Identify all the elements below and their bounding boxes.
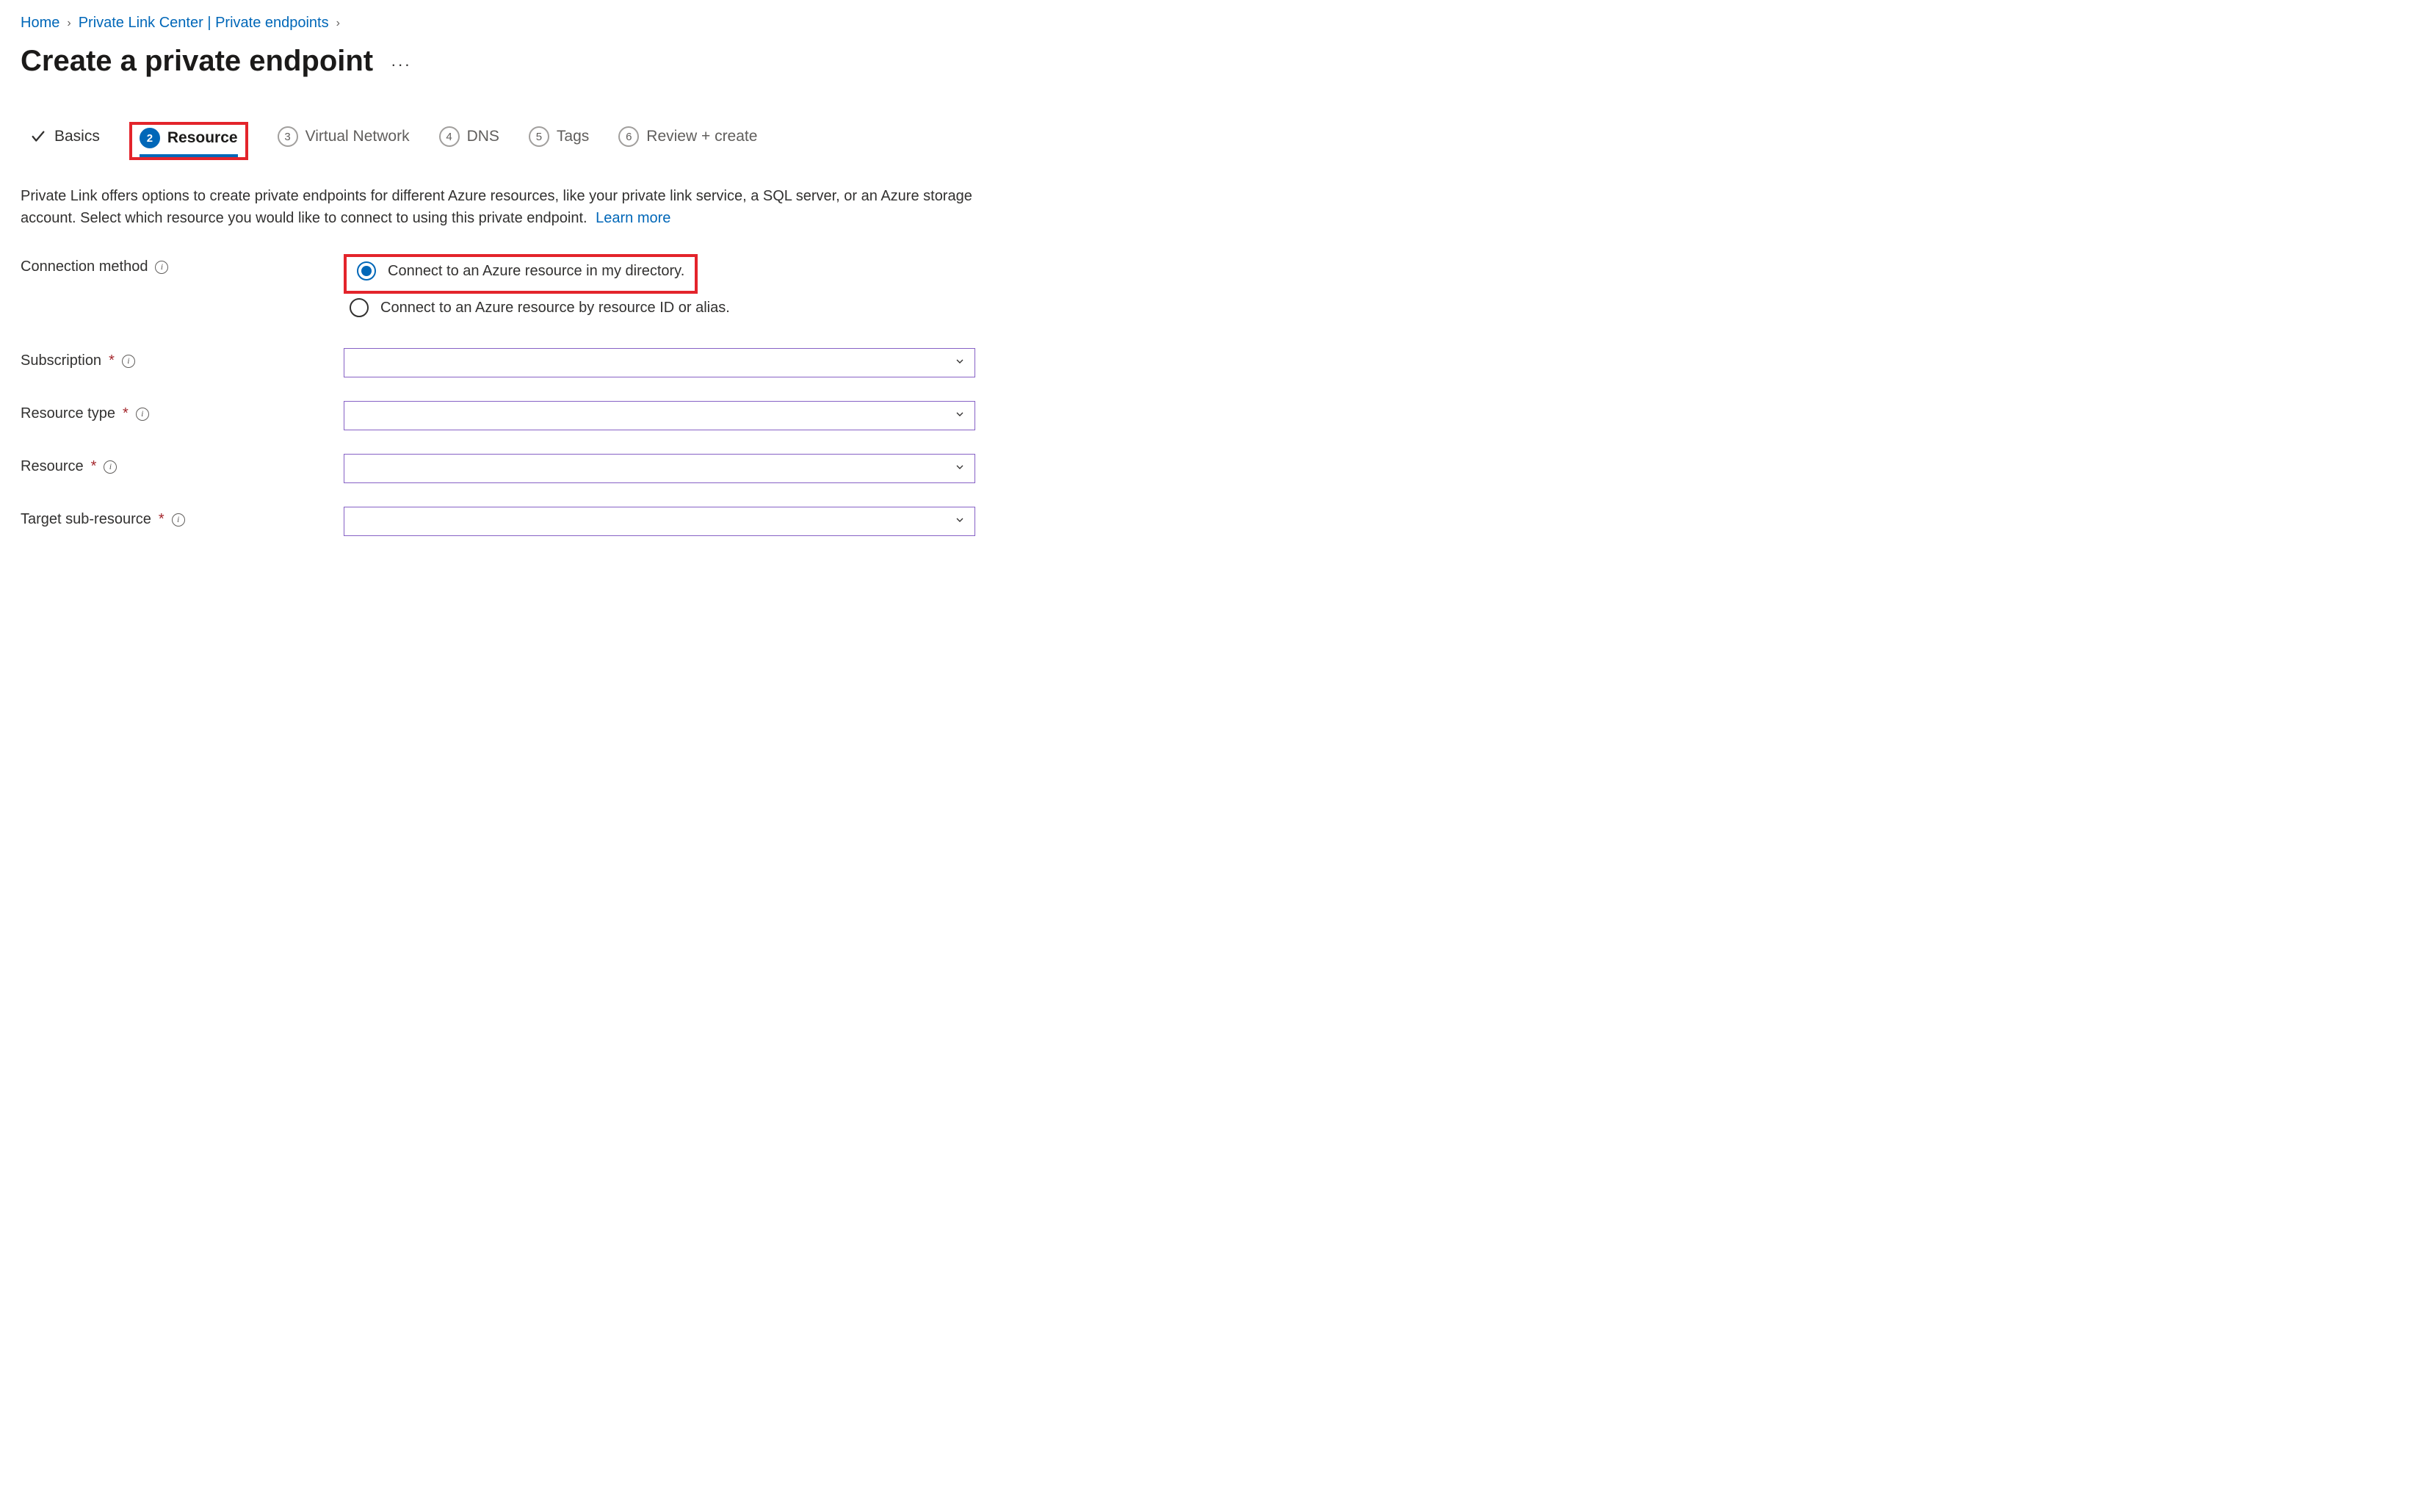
highlight-box: Connect to an Azure resource in my direc… bbox=[344, 254, 698, 294]
info-icon[interactable]: i bbox=[172, 513, 185, 527]
dropdown-resource[interactable] bbox=[344, 454, 975, 483]
radio-label: Connect to an Azure resource in my direc… bbox=[388, 263, 684, 280]
dropdown-resource-type[interactable] bbox=[344, 401, 975, 430]
tab-virtual-network[interactable]: 3 Virtual Network bbox=[278, 126, 410, 156]
radio-label: Connect to an Azure resource by resource… bbox=[380, 300, 730, 316]
tab-label: DNS bbox=[467, 128, 499, 145]
tab-label: Virtual Network bbox=[305, 128, 410, 145]
row-resource-type: Resource type * i bbox=[21, 401, 2398, 430]
wizard-tabs: Basics 2 Resource 3 Virtual Network 4 DN… bbox=[21, 122, 2398, 160]
label-text: Target sub-resource bbox=[21, 511, 151, 528]
chevron-down-icon bbox=[954, 461, 966, 477]
tab-description: Private Link offers options to create pr… bbox=[21, 185, 975, 229]
tab-dns[interactable]: 4 DNS bbox=[439, 126, 499, 156]
description-text: Private Link offers options to create pr… bbox=[21, 188, 972, 226]
chevron-down-icon bbox=[954, 408, 966, 424]
radio-connect-resource-id[interactable]: Connect to an Azure resource by resource… bbox=[344, 294, 975, 322]
label-text: Connection method bbox=[21, 258, 148, 275]
info-icon[interactable]: i bbox=[104, 460, 117, 474]
row-subscription: Subscription * i bbox=[21, 348, 2398, 377]
step-number-icon: 6 bbox=[618, 126, 639, 147]
row-resource: Resource * i bbox=[21, 454, 2398, 483]
radio-icon bbox=[350, 298, 369, 317]
row-connection-method: Connection method i Connect to an Azure … bbox=[21, 254, 2398, 328]
label-target-sub-resource: Target sub-resource * i bbox=[21, 507, 344, 528]
chevron-down-icon bbox=[954, 355, 966, 371]
chevron-right-icon: › bbox=[67, 17, 70, 30]
info-icon[interactable]: i bbox=[155, 261, 168, 274]
highlight-box: 2 Resource bbox=[129, 122, 248, 160]
required-asterisk: * bbox=[91, 458, 97, 475]
tab-label: Review + create bbox=[646, 128, 757, 145]
breadcrumb-private-link-center[interactable]: Private Link Center | Private endpoints bbox=[79, 15, 329, 32]
label-text: Subscription bbox=[21, 352, 101, 369]
radio-connect-directory[interactable]: Connect to an Azure resource in my direc… bbox=[351, 257, 690, 285]
breadcrumb: Home › Private Link Center | Private end… bbox=[21, 15, 2398, 32]
step-number-icon: 2 bbox=[140, 128, 160, 148]
tab-tags[interactable]: 5 Tags bbox=[529, 126, 589, 156]
tab-review-create[interactable]: 6 Review + create bbox=[618, 126, 757, 156]
label-text: Resource type bbox=[21, 405, 115, 422]
label-resource: Resource * i bbox=[21, 454, 344, 475]
tab-label: Tags bbox=[557, 128, 589, 145]
label-text: Resource bbox=[21, 458, 84, 475]
page-title: Create a private endpoint bbox=[21, 45, 373, 78]
tab-label: Resource bbox=[167, 129, 238, 147]
label-subscription: Subscription * i bbox=[21, 348, 344, 369]
checkmark-icon bbox=[29, 128, 47, 145]
breadcrumb-home[interactable]: Home bbox=[21, 15, 59, 32]
required-asterisk: * bbox=[159, 511, 164, 528]
required-asterisk: * bbox=[109, 352, 115, 369]
info-icon[interactable]: i bbox=[122, 355, 135, 368]
required-asterisk: * bbox=[123, 405, 129, 422]
title-row: Create a private endpoint ··· bbox=[21, 45, 2398, 78]
more-actions-icon[interactable]: ··· bbox=[391, 55, 411, 74]
tab-basics[interactable]: Basics bbox=[29, 128, 100, 154]
dropdown-subscription[interactable] bbox=[344, 348, 975, 377]
row-target-sub-resource: Target sub-resource * i bbox=[21, 507, 2398, 536]
learn-more-link[interactable]: Learn more bbox=[596, 210, 670, 226]
dropdown-target-sub-resource[interactable] bbox=[344, 507, 975, 536]
info-icon[interactable]: i bbox=[136, 408, 149, 421]
step-number-icon: 5 bbox=[529, 126, 549, 147]
label-resource-type: Resource type * i bbox=[21, 401, 344, 422]
step-number-icon: 3 bbox=[278, 126, 298, 147]
radio-icon bbox=[357, 261, 376, 281]
tab-label: Basics bbox=[54, 128, 100, 145]
chevron-right-icon: › bbox=[336, 17, 340, 30]
chevron-down-icon bbox=[954, 514, 966, 529]
label-connection-method: Connection method i bbox=[21, 254, 344, 275]
tab-resource[interactable]: 2 Resource bbox=[140, 128, 238, 157]
step-number-icon: 4 bbox=[439, 126, 460, 147]
